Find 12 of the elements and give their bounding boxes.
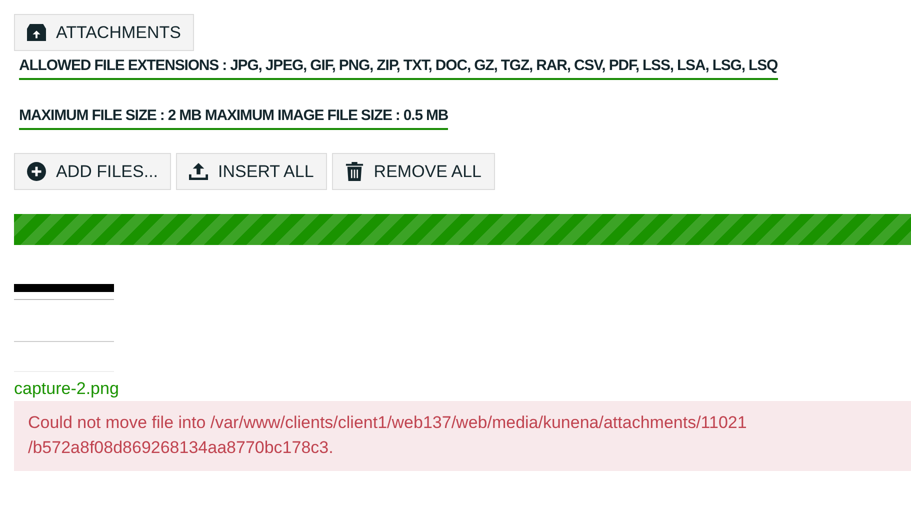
- remove-all-button[interactable]: REMOVE ALL: [332, 153, 495, 190]
- upload-box-icon: [27, 23, 46, 42]
- file-limit-text: MAXIMUM FILE SIZE : 2 MB MAXIMUM IMAGE FILE SIZE : 0.5 MB: [19, 107, 448, 130]
- plus-circle-icon: [27, 162, 46, 181]
- attachments-button[interactable]: ATTACHMENTS: [14, 14, 194, 51]
- file-name: capture-2.png: [14, 379, 120, 399]
- upload-icon: [189, 162, 208, 181]
- trash-icon: [344, 162, 364, 181]
- file-limit-text: ALLOWED FILE EXTENSIONS : JPG, JPEG, GIF, PNG, ZIP, TXT, DOC, GZ, TGZ, RAR, CSV, PDF, LSS, LSA, LSG, LSQ: [19, 57, 778, 80]
- error-message: Could not move file into /var/www/clients/client1/web137/web/media/kunena/attachments/11021 /b572a8f08d869268134aa8770bc178c3.: [14, 401, 911, 471]
- insert-all-button[interactable]: INSERT ALL: [176, 153, 327, 190]
- add-files-button[interactable]: ADD FILES...: [14, 153, 172, 190]
